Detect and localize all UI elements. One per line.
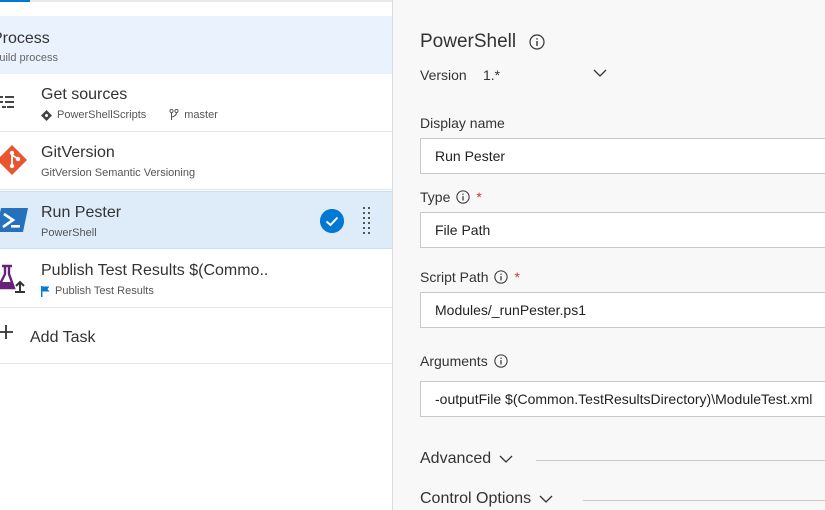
advanced-label: Advanced <box>420 450 492 467</box>
repo-icon <box>41 109 52 121</box>
branch-name: master <box>184 109 218 121</box>
chevron-down-icon <box>499 455 513 463</box>
version-label: Version <box>420 67 467 83</box>
section-divider <box>536 460 825 461</box>
task-name: Run Pester <box>41 204 122 221</box>
control-options-label: Control Options <box>420 490 532 507</box>
task-subtitle: GitVersion Semantic Versioning <box>41 167 196 179</box>
chevron-down-icon[interactable] <box>593 68 607 78</box>
type-label-text: Type <box>420 189 451 205</box>
plus-icon <box>0 325 13 339</box>
process-header[interactable]: Process Build process <box>0 16 392 74</box>
flag-icon <box>41 285 50 297</box>
version-select[interactable]: 1.* <box>483 67 500 83</box>
display-name-label-text: Display name <box>420 115 505 131</box>
control-options-section-toggle[interactable]: Control Options <box>420 490 553 508</box>
display-name-label: Display name <box>420 115 505 131</box>
task-run-pester[interactable]: Run Pester PowerShell <box>0 191 392 249</box>
drag-handle-icon[interactable] <box>362 205 372 237</box>
list-icon <box>0 96 14 108</box>
git-diamond-icon <box>0 145 27 175</box>
task-list-pane: Process Build process Get sources PowerS… <box>0 2 392 510</box>
task-name: Get sources <box>41 86 128 103</box>
advanced-section-toggle[interactable]: Advanced <box>420 450 513 468</box>
info-icon[interactable] <box>529 34 545 50</box>
task-subtitle: PowerShellScripts master <box>41 109 218 121</box>
type-select[interactable]: File Path <box>420 212 825 248</box>
process-subtitle: Build process <box>0 52 59 64</box>
task-subtitle: PowerShell <box>41 227 97 239</box>
required-marker: * <box>514 269 520 285</box>
process-title: Process <box>0 30 50 47</box>
branch-icon <box>169 109 179 120</box>
powershell-icon <box>0 208 28 232</box>
type-label: Type * <box>420 189 482 205</box>
script-path-label-text: Script Path <box>420 269 489 285</box>
info-icon[interactable] <box>494 354 508 368</box>
info-icon[interactable] <box>456 190 471 204</box>
chevron-down-icon <box>539 495 553 503</box>
info-icon[interactable] <box>494 270 509 284</box>
task-name: GitVersion <box>41 144 115 161</box>
panel-title: PowerShell <box>420 31 545 53</box>
add-task-button[interactable]: Add Task <box>0 310 392 364</box>
task-get-sources[interactable]: Get sources PowerShellScripts master <box>0 74 392 132</box>
arguments-label: Arguments <box>420 353 508 369</box>
panel-title-text: PowerShell <box>420 31 517 52</box>
repo-name: PowerShellScripts <box>57 109 147 121</box>
section-divider <box>583 500 825 501</box>
script-path-label: Script Path * <box>420 269 520 285</box>
branch: master <box>169 109 218 121</box>
task-subtitle: Publish Test Results <box>41 285 154 297</box>
task-details-pane: PowerShell Version 1.* Display name Run … <box>393 0 825 510</box>
task-name: Publish Test Results $(Commo.. <box>41 262 269 279</box>
arguments-label-text: Arguments <box>420 353 488 369</box>
flask-upload-icon <box>0 264 25 293</box>
arguments-input[interactable]: -outputFile $(Common.TestResultsDirector… <box>420 381 825 417</box>
task-gitversion[interactable]: GitVersion GitVersion Semantic Versionin… <box>0 132 392 190</box>
add-task-label: Add Task <box>30 329 96 346</box>
display-name-input[interactable]: Run Pester <box>420 138 825 174</box>
task-publish-test-results[interactable]: Publish Test Results $(Commo.. Publish T… <box>0 250 392 308</box>
script-path-input[interactable]: Modules/_runPester.ps1 <box>420 292 825 328</box>
checkmark-icon <box>320 209 344 233</box>
required-marker: * <box>476 189 482 205</box>
task-subtitle-text: Publish Test Results <box>55 285 154 297</box>
